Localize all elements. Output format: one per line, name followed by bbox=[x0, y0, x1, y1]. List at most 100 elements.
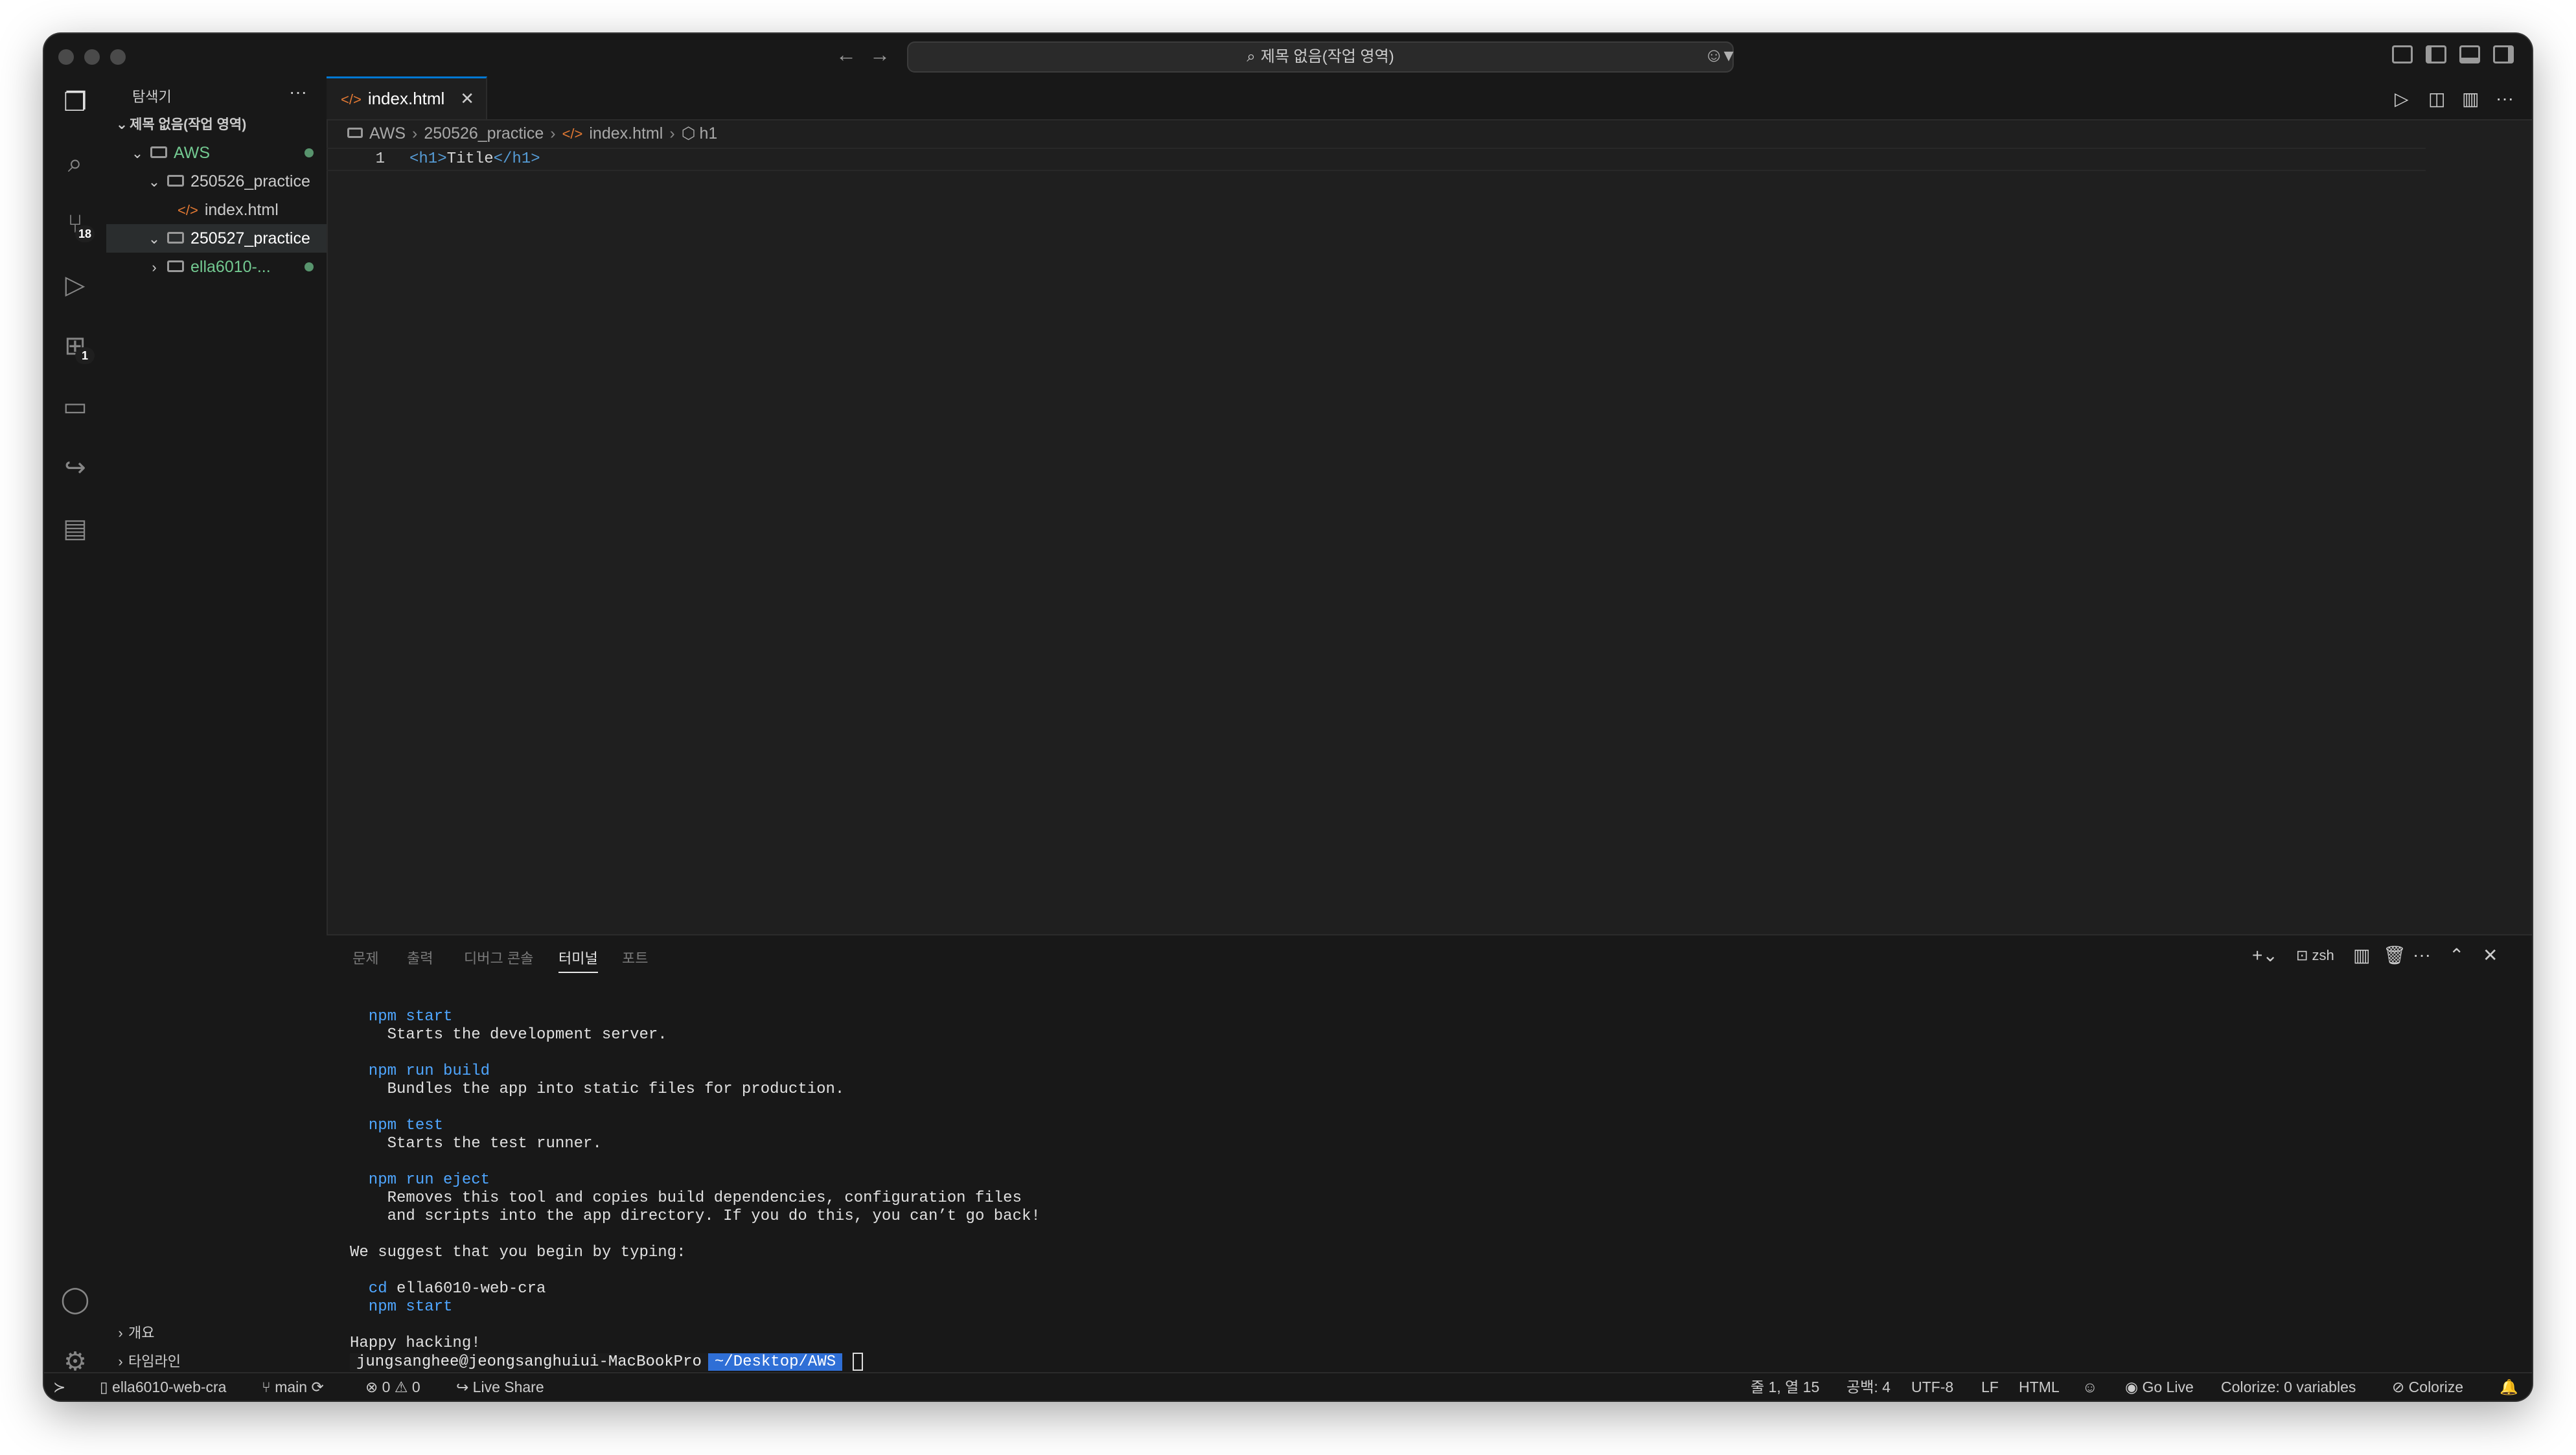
more-actions-icon[interactable]: ··· bbox=[2413, 945, 2431, 965]
prompt-user: jungsanghee@jeongsanghuiui-MacBookPro bbox=[350, 1353, 708, 1371]
split-editor-icon[interactable]: ▥ bbox=[2462, 88, 2479, 109]
copilot-status-icon[interactable]: ☺ bbox=[2082, 1373, 2097, 1401]
remote-explorer-icon[interactable]: ▭ bbox=[60, 391, 91, 422]
symbol-icon: ⬡ bbox=[681, 124, 696, 143]
search-icon[interactable]: ⌕ bbox=[60, 148, 91, 179]
cursor-position[interactable]: 줄 1, 열 15 bbox=[1751, 1373, 1819, 1401]
tree-file-index-html[interactable]: </> index.html bbox=[106, 196, 327, 224]
tree-folder-250526[interactable]: ⌄ 250526_practice bbox=[106, 167, 327, 196]
tab-index-html[interactable]: </> index.html ✕ bbox=[327, 76, 487, 119]
back-arrow-icon[interactable]: ← bbox=[836, 43, 857, 67]
repo-label: ella6010-web-cra bbox=[112, 1379, 227, 1395]
kill-terminal-icon[interactable]: 🗑 bbox=[2383, 945, 2406, 966]
explorer-more-actions[interactable]: ··· bbox=[289, 82, 307, 102]
run-icon[interactable]: ▷ bbox=[2395, 88, 2409, 109]
tree-folder-250527[interactable]: ⌄ 250527_practice bbox=[106, 224, 327, 253]
customize-layout-icon[interactable] bbox=[2392, 45, 2413, 63]
tab-output[interactable]: 출력 bbox=[407, 947, 433, 968]
tree-folder-aws[interactable]: ⌄ AWS bbox=[106, 139, 327, 167]
outline-label: 개요 bbox=[128, 1325, 155, 1341]
maximize-window-button[interactable] bbox=[110, 49, 126, 65]
toggle-secondary-sidebar-icon[interactable] bbox=[2493, 45, 2514, 63]
extensions-badge: 1 bbox=[75, 347, 95, 364]
run-debug-icon[interactable]: ▷ bbox=[60, 269, 91, 301]
breadcrumb-item[interactable]: AWS bbox=[369, 124, 406, 143]
close-icon[interactable]: ✕ bbox=[460, 78, 474, 119]
end-of-line[interactable]: LF bbox=[1981, 1373, 1999, 1401]
breadcrumb-item[interactable]: 250526_practice bbox=[424, 124, 544, 143]
project-manager-icon[interactable]: ▤ bbox=[60, 513, 91, 544]
tab-problems[interactable]: 문제 bbox=[352, 947, 378, 968]
maximize-panel-icon[interactable]: ⌃ bbox=[2449, 945, 2464, 966]
minimize-window-button[interactable] bbox=[84, 49, 100, 65]
source-control-icon[interactable]: ⑂ 18 bbox=[60, 209, 95, 242]
terminal-line: cd ella6010-web-cra bbox=[350, 1280, 546, 1298]
code-line[interactable]: <h1>Title</h1> bbox=[409, 148, 540, 171]
tag-content: Title bbox=[446, 150, 494, 168]
branch-indicator[interactable]: ⑂ main ⟳ bbox=[262, 1373, 324, 1401]
breadcrumb-item[interactable]: index.html bbox=[589, 124, 663, 143]
terminal-prompt: jungsanghee@jeongsanghuiui-MacBookPro ~/D… bbox=[350, 1353, 864, 1371]
tab-debug-console[interactable]: 디버그 콘솔 bbox=[464, 947, 533, 968]
open-preview-icon[interactable]: ◫ bbox=[2428, 88, 2445, 109]
chevron-down-icon: ⌄ bbox=[148, 231, 161, 247]
indentation[interactable]: 공백: 4 bbox=[1846, 1373, 1891, 1401]
new-terminal-icon[interactable]: +⌄ bbox=[2252, 945, 2278, 966]
toggle-panel-icon[interactable] bbox=[2459, 45, 2480, 63]
chevron-down-icon: ⌄ bbox=[148, 174, 161, 190]
errors-count: 0 bbox=[382, 1379, 391, 1395]
toggle-primary-sidebar-icon[interactable] bbox=[2426, 45, 2446, 63]
close-icon[interactable]: ✕ bbox=[2483, 945, 2498, 966]
tab-terminal[interactable]: 터미널 bbox=[558, 947, 598, 973]
breadcrumb-item[interactable]: h1 bbox=[699, 124, 717, 143]
copilot-icon[interactable]: ☺▾ bbox=[1704, 44, 1734, 67]
problems-indicator[interactable]: ⊗ 0 ⚠ 0 bbox=[365, 1373, 420, 1401]
encoding[interactable]: UTF-8 bbox=[1911, 1373, 1953, 1401]
vscode-window: ← → ⌕ 제목 없음(작업 영역) ☺▾ ❐ ⌕ ⑂ 18 ▷ ⊞ 1 ▭ ↪ … bbox=[44, 34, 2532, 1401]
sync-icon: ⟳ bbox=[307, 1379, 324, 1395]
close-window-button[interactable] bbox=[58, 49, 74, 65]
forward-arrow-icon[interactable]: → bbox=[869, 43, 890, 67]
language-mode[interactable]: HTML bbox=[2019, 1373, 2060, 1401]
terminal-line: Starts the test runner. bbox=[350, 1135, 602, 1152]
bottom-panel: 문제 출력 디버그 콘솔 터미널 포트 +⌄ ⊡ zsh ▥ 🗑 ··· ⌃ ✕… bbox=[327, 934, 2532, 1373]
explorer-sidebar: 탐색기 ··· ⌄ 제목 없음(작업 영역) ⌄ AWS ⌄ 250526_pract… bbox=[106, 76, 328, 1372]
live-share-status[interactable]: ↪ Live Share bbox=[456, 1373, 544, 1401]
remote-indicator-icon[interactable]: ≻ bbox=[53, 1373, 65, 1401]
terminal-shell-selector[interactable]: ⊡ zsh bbox=[2296, 947, 2334, 964]
terminal-line: Starts the development server. bbox=[350, 1026, 667, 1044]
tree-folder-ella6010[interactable]: › ella6010-... bbox=[106, 253, 327, 281]
colorize-label: Colorize bbox=[2408, 1379, 2464, 1395]
repo-indicator[interactable]: ▯ ella6010-web-cra bbox=[100, 1373, 226, 1401]
search-icon: ⌕ bbox=[1247, 48, 1256, 65]
modified-dot bbox=[305, 148, 314, 157]
notifications-bell-icon[interactable]: 🔔 bbox=[2500, 1373, 2518, 1401]
broadcast-icon: ◉ bbox=[2125, 1379, 2143, 1395]
folder-icon bbox=[150, 146, 167, 159]
extensions-icon[interactable]: ⊞ 1 bbox=[60, 330, 95, 364]
live-share-icon[interactable]: ↪ bbox=[60, 452, 91, 483]
live-share-icon: ↪ bbox=[456, 1379, 473, 1395]
outline-section[interactable]: › 개요 bbox=[106, 1319, 327, 1347]
colorize-variables[interactable]: Colorize: 0 variables bbox=[2221, 1373, 2356, 1401]
code-editor[interactable]: 1 <h1>Title</h1> bbox=[327, 148, 2532, 171]
split-terminal-icon[interactable]: ▥ bbox=[2353, 945, 2370, 966]
warnings-count: 0 bbox=[411, 1379, 420, 1395]
accounts-icon[interactable]: ◯ bbox=[60, 1284, 91, 1315]
status-bar: ≻ ▯ ella6010-web-cra ⑂ main ⟳ ⊗ 0 ⚠ 0 ↪ … bbox=[44, 1372, 2532, 1401]
go-live-button[interactable]: ◉ Go Live bbox=[2125, 1373, 2194, 1401]
colorize-toggle[interactable]: ⊘ Colorize bbox=[2392, 1373, 2463, 1401]
more-actions-icon[interactable]: ··· bbox=[2496, 88, 2514, 109]
command-center-search[interactable]: ⌕ 제목 없음(작업 영역) bbox=[907, 41, 1734, 73]
folder-label: 250527_practice bbox=[190, 229, 310, 247]
html-file-icon: </> bbox=[562, 126, 583, 142]
explorer-title: 탐색기 bbox=[132, 89, 172, 105]
check-circle-icon: ⊘ bbox=[2392, 1379, 2409, 1395]
tree-workspace-root[interactable]: ⌄ 제목 없음(작업 영역) bbox=[106, 110, 327, 139]
terminal-line: npm run eject bbox=[350, 1171, 490, 1189]
folder-icon bbox=[167, 175, 184, 187]
chevron-right-icon: › bbox=[118, 1325, 123, 1341]
shell-label: zsh bbox=[2312, 947, 2334, 963]
explorer-icon[interactable]: ❐ bbox=[60, 87, 91, 118]
tab-ports[interactable]: 포트 bbox=[622, 947, 648, 968]
